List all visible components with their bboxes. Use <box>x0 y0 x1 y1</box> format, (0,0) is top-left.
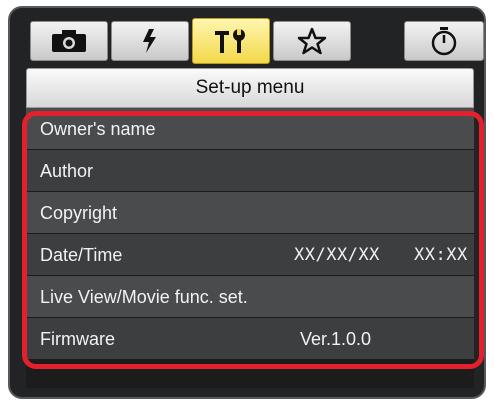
menu-item-label: Copyright <box>40 203 118 223</box>
tools-icon <box>211 27 251 55</box>
setup-menu-list: Owner's name Author Copyright Date/Time … <box>26 108 474 388</box>
star-icon <box>297 27 327 55</box>
menu-item-label: Owner's name <box>40 119 156 139</box>
date-value: XX/XX/XX <box>294 245 380 265</box>
menu-item-label: Live View/Movie func. set. <box>40 287 248 307</box>
tab-timer[interactable] <box>404 21 484 61</box>
tab-setup[interactable] <box>192 18 270 64</box>
flash-icon <box>140 28 160 54</box>
camera-menu-panel: Set-up menu Owner's name Author Copyrigh… <box>8 6 486 399</box>
menu-title: Set-up menu <box>26 68 474 108</box>
menu-item-live-view-movie[interactable]: Live View/Movie func. set. <box>26 276 474 318</box>
menu-item-label: Author <box>40 161 94 181</box>
menu-tab-bar <box>26 12 484 68</box>
menu-item-copyright[interactable]: Copyright <box>26 192 474 234</box>
menu-item-author[interactable]: Author <box>26 150 474 192</box>
menu-item-owners-name[interactable]: Owner's name <box>26 108 474 150</box>
firmware-version: Ver.1.0.0 <box>300 329 372 349</box>
menu-item-label: Firmware <box>40 329 115 349</box>
time-value: XX:XX <box>414 245 468 265</box>
menu-item-firmware[interactable]: Firmware Ver.1.0.0 <box>26 318 474 360</box>
tab-flash[interactable] <box>111 21 189 61</box>
tab-my-menu[interactable] <box>273 21 351 61</box>
timer-icon <box>430 26 458 56</box>
tab-shooting[interactable] <box>30 21 108 61</box>
menu-item-date-time[interactable]: Date/Time XX/XX/XX XX:XX <box>26 234 474 276</box>
menu-item-label: Date/Time <box>40 245 123 265</box>
camera-icon <box>51 29 87 53</box>
